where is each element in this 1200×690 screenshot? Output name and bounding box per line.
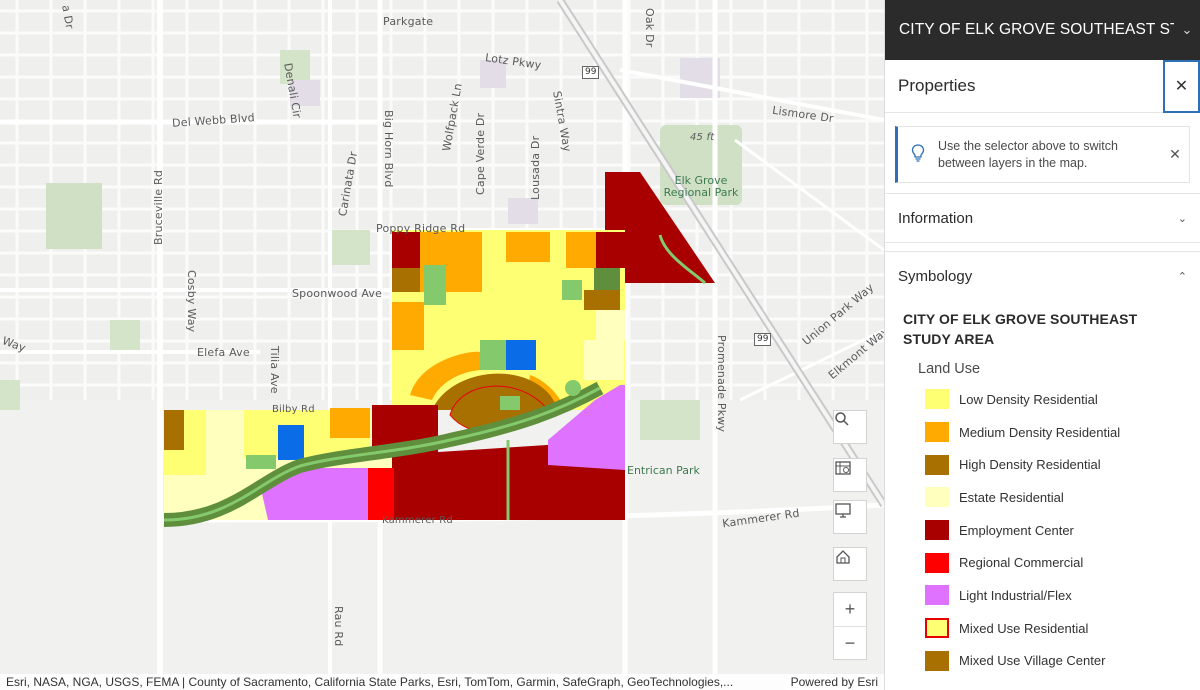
street-label-spoonwood: Spoonwood Ave xyxy=(292,287,383,300)
street-label-promenade: Promenade Pkwy xyxy=(715,335,728,433)
legend-swatch xyxy=(925,552,949,573)
street-label-bruceville: Bruceville Rd xyxy=(152,169,165,245)
close-icon: ✕ xyxy=(1174,78,1189,95)
lightbulb-icon xyxy=(898,143,938,166)
entrican-park-label: Entrican Park xyxy=(627,464,700,477)
legend-label: Medium Density Residential xyxy=(959,424,1121,440)
legend-list: Low Density Residential Medium Density Re… xyxy=(885,383,1200,677)
legend-item: Employment Center xyxy=(925,514,1200,547)
layer-selector[interactable]: CITY OF ELK GROVE SOUTHEAST ST... ⌄ xyxy=(885,0,1200,60)
close-icon: ✕ xyxy=(1169,146,1181,162)
street-label-elefa: Elefa Ave xyxy=(197,346,250,359)
layer-selector-title: CITY OF ELK GROVE SOUTHEAST ST... xyxy=(899,21,1174,38)
fullscreen-icon xyxy=(835,503,851,518)
plus-icon: + xyxy=(844,599,856,619)
powered-by-esri-link[interactable]: Powered by Esri xyxy=(784,674,878,690)
legend-field-label: Land Use xyxy=(918,361,981,377)
legend-item: Light Industrial/Flex xyxy=(925,579,1200,612)
search-button[interactable] xyxy=(833,410,867,444)
chevron-down-icon: ⌄ xyxy=(1177,212,1187,225)
information-label: Information xyxy=(898,209,974,227)
street-label-oak: Oak Dr xyxy=(643,8,656,48)
close-properties-button[interactable]: ✕ xyxy=(1163,59,1200,113)
legend-item: Regional Commercial xyxy=(925,546,1200,579)
legend-swatch xyxy=(925,487,949,508)
chevron-down-icon: ⌄ xyxy=(1181,22,1193,37)
basemap-gallery-button[interactable] xyxy=(833,458,867,492)
street-label-tilia: Tilia Ave xyxy=(268,346,281,394)
layer-selector-tip: Use the selector above to switch between… xyxy=(895,126,1190,183)
street-label-lousada: Lousada Dr xyxy=(529,135,542,200)
legend-label: Light Industrial/Flex xyxy=(959,587,1072,603)
symbology-label: Symbology xyxy=(898,268,973,285)
map-view[interactable]: Parkgate Lotz Pkwy Del Webb Blvd Denali … xyxy=(0,0,884,690)
elk-grove-park-label: Elk Grove Regional Park xyxy=(663,174,739,199)
legend-label: Low Density Residential xyxy=(959,391,1098,407)
highway-99-shield-south: 99 xyxy=(754,333,772,346)
street-label-cosby: Cosby Way xyxy=(185,270,198,333)
legend-swatch xyxy=(925,520,949,541)
street-label-rau: Rau Rd xyxy=(332,606,345,647)
street-label-parkgate: Parkgate xyxy=(383,15,434,28)
basemap-gallery-icon xyxy=(835,461,851,475)
street-label-cape-verde: Cape Verde Dr xyxy=(474,112,487,195)
highway-99-shield: 99 xyxy=(582,66,600,79)
legend-item: Mixed Use Residential xyxy=(925,612,1200,645)
attribution-text: Esri, NASA, NGA, USGS, FEMA | County of … xyxy=(6,675,734,689)
street-label-big-horn: Big Horn Blvd xyxy=(382,110,395,188)
tip-text: Use the selector above to switch between… xyxy=(938,138,1118,170)
legend-swatch xyxy=(925,454,949,475)
street-label-poppy: Poppy Ridge Rd xyxy=(376,222,466,235)
fullscreen-button[interactable] xyxy=(833,500,867,534)
legend-swatch xyxy=(925,389,949,410)
symbology-section-header[interactable]: Symbology ⌃ xyxy=(885,251,1200,301)
street-label-bilby: Bilby Rd xyxy=(272,404,315,415)
legend-swatch xyxy=(925,422,949,443)
legend-swatch xyxy=(925,618,949,639)
legend-label: Employment Center xyxy=(959,522,1074,538)
legend-item: Estate Residential xyxy=(925,481,1200,514)
properties-title: Properties xyxy=(898,76,976,95)
elevation-label: 45 ft xyxy=(690,132,715,143)
home-button[interactable] xyxy=(833,547,867,581)
legend-label: Estate Residential xyxy=(959,489,1064,505)
chevron-up-icon: ⌃ xyxy=(1177,271,1187,283)
legend-swatch xyxy=(925,585,949,606)
home-icon xyxy=(836,550,850,564)
legend-label: High Density Residential xyxy=(959,457,1101,473)
legend-item: High Density Residential xyxy=(925,448,1200,481)
street-label-kammerer-west: Kammerer Rd xyxy=(382,515,453,526)
zoom-controls: + − xyxy=(833,592,867,660)
legend-swatch xyxy=(925,650,949,671)
legend-label: Mixed Use Village Center xyxy=(959,653,1106,669)
properties-header: Properties ✕ xyxy=(885,59,1200,113)
zoom-in-button[interactable]: + xyxy=(834,593,866,626)
zoom-out-button[interactable]: − xyxy=(834,626,866,659)
legend-layer-title: CITY OF ELK GROVE SOUTHEAST STUDY AREA xyxy=(903,311,1138,347)
legend-item: Mixed Use Village Center xyxy=(925,645,1200,678)
search-icon xyxy=(835,412,849,426)
legend-item: Medium Density Residential xyxy=(925,416,1200,449)
legend-item: Low Density Residential xyxy=(925,383,1200,416)
dismiss-tip-button[interactable]: ✕ xyxy=(1161,146,1189,163)
legend-label: Mixed Use Residential xyxy=(959,620,1089,636)
map-attribution: Esri, NASA, NGA, USGS, FEMA | County of … xyxy=(0,674,884,690)
legend-label: Regional Commercial xyxy=(959,555,1084,571)
information-section-header[interactable]: Information ⌄ xyxy=(885,193,1200,243)
basemap xyxy=(0,0,884,690)
side-panel: CITY OF ELK GROVE SOUTHEAST ST... ⌄ Prop… xyxy=(884,0,1200,690)
minus-icon: − xyxy=(844,632,856,653)
